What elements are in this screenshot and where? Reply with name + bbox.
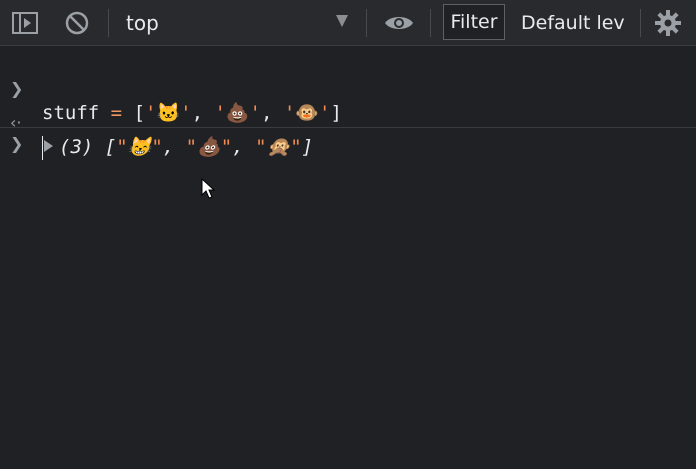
toolbar-divider xyxy=(366,9,367,37)
console-toolbar: top Filter Default lev xyxy=(0,0,696,46)
console-prompt[interactable]: ❯ xyxy=(0,127,696,160)
gear-icon xyxy=(655,10,681,36)
eye-icon xyxy=(385,17,413,29)
text-caret xyxy=(42,136,43,160)
toolbar-divider xyxy=(430,9,431,37)
filter-input[interactable]: Filter xyxy=(443,4,505,40)
toolbar-divider xyxy=(108,9,109,37)
clear-console-button[interactable] xyxy=(62,9,92,37)
log-levels-dropdown[interactable]: Default lev xyxy=(521,8,631,38)
context-label: top xyxy=(126,11,159,35)
context-selector[interactable]: top xyxy=(118,8,358,38)
console-input-entry: ❯ stuff = ['🐱', '💩', '🐵'] xyxy=(0,57,696,124)
console-messages: ❯ stuff = ['🐱', '💩', '🐵'] ‹· (3) ["😸", "… xyxy=(0,47,696,469)
mouse-pointer-icon xyxy=(201,178,216,199)
console-settings-button[interactable] xyxy=(652,8,684,38)
live-expression-button[interactable] xyxy=(380,9,418,37)
clear-icon xyxy=(65,11,89,35)
sidebar-icon xyxy=(12,12,38,34)
toolbar-divider xyxy=(640,9,641,37)
chevron-down-icon xyxy=(336,15,348,27)
show-sidebar-button[interactable] xyxy=(10,9,40,37)
console-result-entry: ‹· (3) ["😸", "💩", "🙊"] xyxy=(0,91,696,158)
prompt-icon: ❯ xyxy=(10,134,24,153)
